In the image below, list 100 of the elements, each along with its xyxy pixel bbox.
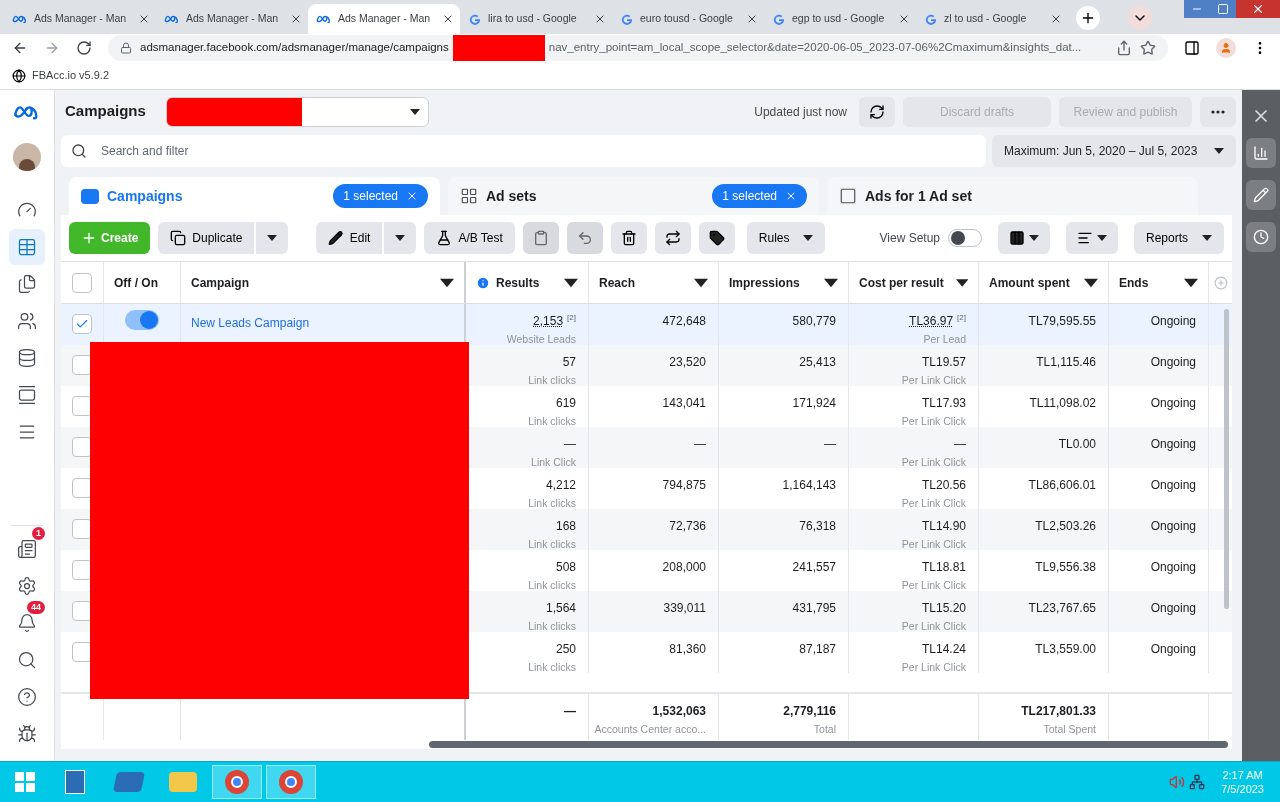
edit-button[interactable]: Edit [316,222,383,254]
metric-label: Link clicks [528,578,576,593]
back-icon[interactable] [12,40,28,56]
google-icon [620,12,634,26]
profile-avatar[interactable] [1216,38,1236,58]
caret-icon [1202,235,1212,241]
row-checkbox[interactable] [72,560,92,580]
metric-value: Ongoing [1150,559,1196,576]
vertical-scrollbar[interactable] [1224,309,1229,609]
row-checkbox[interactable] [72,396,92,416]
search-field[interactable]: Search and filter [61,135,986,167]
people-icon [17,311,37,331]
delete-button[interactable] [610,222,647,254]
columns-icon [1009,230,1025,246]
dropdown-button[interactable] [256,222,289,254]
view-setup-toggle[interactable] [948,229,982,247]
column-header[interactable]: Amount spent [979,262,1109,303]
bookmark-link[interactable]: FBAcc.io v5.9.2 [32,67,110,84]
columns-button[interactable] [998,222,1050,254]
close-button[interactable] [1236,0,1280,18]
footnote-mark: [2] [957,312,966,324]
undo-button[interactable] [566,222,603,254]
side-panel-button[interactable] [1246,138,1276,168]
caret-icon [1214,148,1224,154]
campaign-selector[interactable] [165,96,429,127]
search-icon [17,650,37,670]
paste-button[interactable] [522,222,559,254]
chrome-taskbar-button[interactable] [212,765,262,799]
reports-button[interactable]: Reports [1134,222,1224,254]
flask-icon [436,230,453,246]
close-icon[interactable] [898,13,910,25]
column-header[interactable]: Impressions [719,262,849,303]
pencil-icon [328,230,344,246]
side-panel-button[interactable] [1246,222,1276,252]
close-icon[interactable] [594,13,606,25]
close-icon[interactable] [1050,13,1062,25]
metric-value: 143,041 [662,395,706,412]
more-button[interactable] [1200,96,1236,127]
column-header[interactable]: Ends [1109,262,1209,303]
tab-title: zl to usd - Google [944,11,1027,27]
metric-value: Ongoing [1150,313,1196,330]
rules-button[interactable]: Rules [746,222,825,254]
metric-label: Total Spent [1043,722,1096,737]
help-icon [17,687,37,707]
campaign-toggle[interactable] [125,310,159,330]
meta-icon [316,13,332,25]
horizontal-scrollbar[interactable] [429,740,1228,748]
ab-test-button[interactable]: A/B Test [424,222,515,254]
metric-value: TL23,767.65 [1028,600,1096,617]
star-icon[interactable] [1140,40,1156,56]
reload-icon[interactable] [76,40,92,56]
tag-button[interactable] [698,222,735,254]
row-checkbox[interactable] [72,601,92,621]
tab-title: Ads Manager - Man [338,11,431,27]
tab-search-button[interactable] [1128,6,1152,30]
selection-chip[interactable]: 1 selected [712,184,807,208]
row-checkbox[interactable] [72,314,92,334]
level-tab[interactable]: Ad sets 1 selected [448,177,819,215]
metric-value: 76,318 [799,518,836,535]
volume-icon[interactable] [1169,774,1186,790]
campaign-link[interactable]: New Leads Campaign [191,316,310,330]
address-field[interactable]: adsmanager.facebook.com/adsmanager/manage/campaigns nav_entry_point=am_local_scope_selector&date=2020-06-05_2023-07-06%2Cmaximum&insights_dat... [108,35,1168,61]
windows-icon [15,772,35,792]
swap-button[interactable] [654,222,691,254]
row-checkbox[interactable] [72,642,92,662]
row-checkbox[interactable] [72,519,92,539]
refresh-button[interactable] [859,96,895,127]
dropdown-button[interactable] [384,222,417,254]
chrome-taskbar-button[interactable] [266,765,316,799]
level-tab[interactable]: Ads for 1 Ad set [827,177,1198,215]
close-icon[interactable] [746,13,758,25]
maximize-button[interactable] [1210,0,1236,18]
side-panel-icon[interactable] [1184,40,1200,56]
duplicate-button[interactable]: Duplicate [158,222,255,254]
column-header[interactable]: Off / On [104,262,181,303]
side-panel-button[interactable] [1246,180,1276,210]
browser-tab[interactable]: Ads Manager - Man [308,4,460,34]
new-tab-button[interactable] [1076,6,1100,30]
metric-value: TL17.93 [921,395,966,412]
share-icon[interactable] [1116,40,1132,56]
row-checkbox[interactable] [72,437,92,457]
tab-title: Ads Manager - Man [34,11,127,27]
row-checkbox[interactable] [72,478,92,498]
table-icon [17,237,37,257]
select-all-checkbox[interactable] [72,272,92,293]
network-icon[interactable] [1189,774,1206,790]
breakdown-button[interactable] [1066,222,1118,254]
date-range-button[interactable]: Maximum: Jun 5, 2020 – Jul 5, 2023 [992,135,1236,167]
nav-item[interactable] [9,229,45,265]
close-icon [1251,2,1265,16]
metric-value: 472,648 [662,313,706,330]
column-header[interactable]: Results [466,262,589,303]
notification-badge: 1 [32,527,45,540]
level-tab[interactable]: Campaigns 1 selected [69,177,440,215]
row-checkbox[interactable] [72,355,92,375]
column-header[interactable]: Reach [589,262,719,303]
user-avatar[interactable] [13,143,41,171]
metric-label: Per Link Click [901,455,966,470]
column-header[interactable]: Cost per result [849,262,979,303]
selection-chip[interactable]: 1 selected [333,184,428,208]
